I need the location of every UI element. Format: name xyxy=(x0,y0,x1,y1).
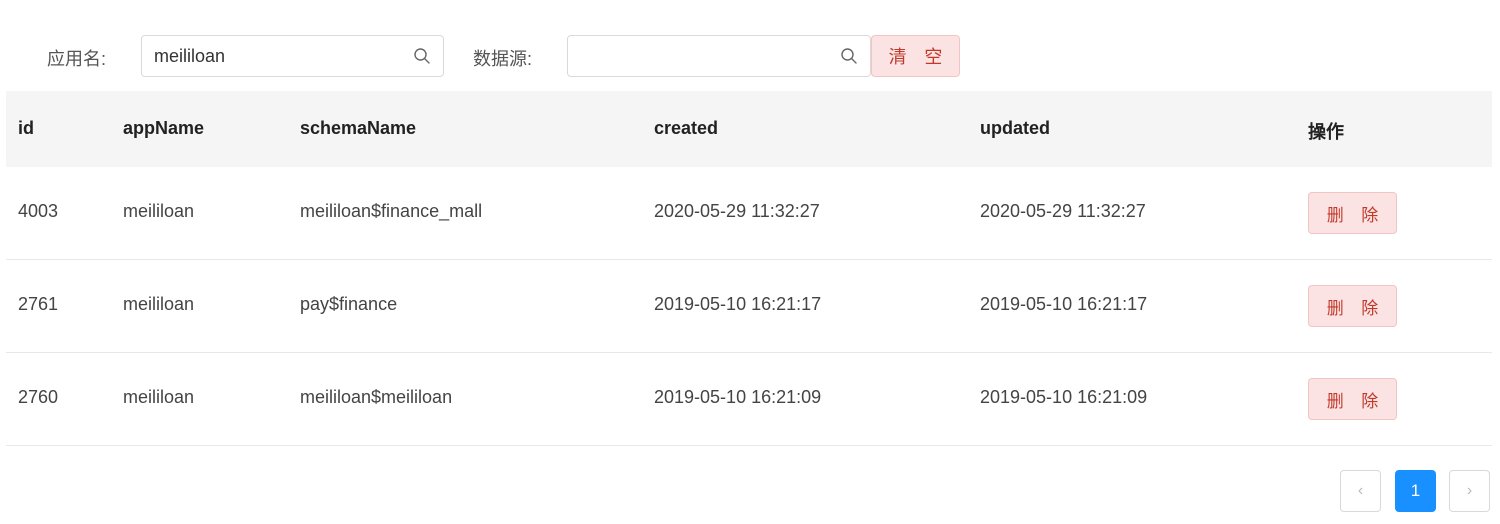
cell-schema-name: meililoan$meililoan xyxy=(300,387,453,407)
table-row: 2761 meililoan pay$finance 2019-05-10 16… xyxy=(6,260,1492,353)
pagination-prev-button[interactable]: ‹ xyxy=(1340,470,1381,512)
table-row: 4003 meililoan meililoan$finance_mall 20… xyxy=(6,167,1492,260)
cell-updated: 2020-05-29 11:32:27 xyxy=(980,201,1146,221)
data-source-label: 数据源: xyxy=(473,49,533,69)
header-created: created xyxy=(654,118,719,138)
cell-updated: 2019-05-10 16:21:09 xyxy=(980,387,1148,407)
chevron-left-icon: ‹ xyxy=(1357,482,1364,499)
header-id: id xyxy=(18,118,34,138)
chevron-right-icon: › xyxy=(1466,482,1473,499)
header-actions: 操作 xyxy=(1308,122,1344,142)
clear-button[interactable]: 清 空 xyxy=(871,35,960,77)
cell-created: 2020-05-29 11:32:27 xyxy=(654,201,820,221)
cell-id: 4003 xyxy=(18,201,59,221)
cell-updated: 2019-05-10 16:21:17 xyxy=(980,294,1148,314)
cell-id: 2761 xyxy=(18,294,59,314)
app-name-label: 应用名: xyxy=(47,49,107,69)
data-source-input[interactable] xyxy=(580,46,820,67)
search-icon[interactable] xyxy=(840,47,858,65)
cell-app-name: meililoan xyxy=(123,387,195,407)
app-name-input-wrapper[interactable] xyxy=(141,35,444,77)
delete-button[interactable]: 删 除 xyxy=(1308,378,1397,420)
table-row: 2760 meililoan meililoan$meililoan 2019-… xyxy=(6,353,1492,446)
delete-button[interactable]: 删 除 xyxy=(1308,192,1397,234)
cell-app-name: meililoan xyxy=(123,201,195,221)
cell-created: 2019-05-10 16:21:09 xyxy=(654,387,822,407)
header-app-name: appName xyxy=(123,118,205,138)
table-header: id appName schemaName created updated 操作 xyxy=(6,91,1492,167)
cell-id: 2760 xyxy=(18,387,59,407)
cell-app-name: meililoan xyxy=(123,294,195,314)
pagination-next-button[interactable]: › xyxy=(1449,470,1490,512)
cell-schema-name: pay$finance xyxy=(300,294,398,314)
cell-created: 2019-05-10 16:21:17 xyxy=(654,294,822,314)
data-table: id appName schemaName created updated 操作… xyxy=(6,91,1492,446)
cell-schema-name: meililoan$finance_mall xyxy=(300,201,483,221)
delete-button[interactable]: 删 除 xyxy=(1308,285,1397,327)
header-updated: updated xyxy=(980,118,1050,138)
data-source-input-wrapper[interactable] xyxy=(567,35,871,77)
pagination-page-1[interactable]: 1 xyxy=(1395,470,1436,512)
header-schema-name: schemaName xyxy=(300,118,417,138)
search-icon[interactable] xyxy=(413,47,431,65)
app-name-input[interactable] xyxy=(154,46,394,67)
